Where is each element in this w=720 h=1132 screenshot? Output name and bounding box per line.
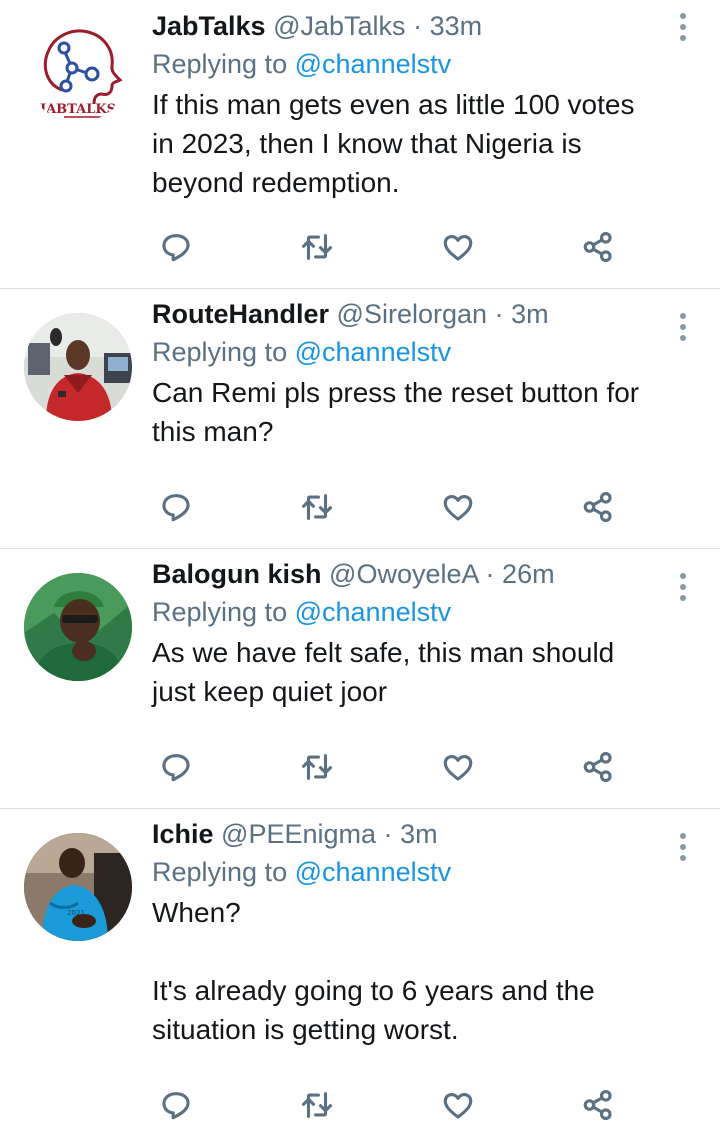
svg-text:JABTALKS: JABTALKS xyxy=(39,102,116,117)
tweet[interactable]: 2021 Ichie @PEEnigma · 3m Replying to @c… xyxy=(0,809,720,1132)
like-button[interactable] xyxy=(438,1085,478,1125)
share-button[interactable] xyxy=(578,487,618,527)
display-name[interactable]: JabTalks xyxy=(152,11,266,41)
tweet-content: Balogun kish @OwoyeleA · 26m Replying to… xyxy=(152,555,660,711)
retweet-icon xyxy=(301,1092,333,1118)
reply-icon xyxy=(162,234,190,262)
tweet-header: JabTalks @JabTalks · 33m xyxy=(152,7,660,45)
share-button[interactable] xyxy=(578,227,618,267)
tweet-header: RouteHandler @Sirelorgan · 3m xyxy=(152,295,660,333)
jabtalks-logo: JABTALKS xyxy=(39,29,123,118)
avatar-photo: 2021 xyxy=(24,833,132,941)
tweet[interactable]: RouteHandler @Sirelorgan · 3m Replying t… xyxy=(0,289,720,549)
like-icon xyxy=(443,494,473,521)
reply-icon xyxy=(162,1092,190,1120)
like-button[interactable] xyxy=(438,487,478,527)
tweet[interactable]: Balogun kish @OwoyeleA · 26m Replying to… xyxy=(0,549,720,809)
like-icon xyxy=(443,234,473,261)
tweet-actions xyxy=(152,227,622,267)
user-handle[interactable]: @JabTalks xyxy=(273,11,405,41)
share-icon xyxy=(583,751,612,783)
reply-button[interactable] xyxy=(156,487,196,527)
user-handle[interactable]: @PEEnigma xyxy=(221,819,376,849)
separator: · xyxy=(485,559,495,589)
retweet-icon xyxy=(301,494,333,520)
separator: · xyxy=(383,819,393,849)
replying-label: Replying to xyxy=(152,49,288,79)
retweet-button[interactable] xyxy=(297,227,337,267)
reply-button[interactable] xyxy=(156,747,196,787)
tweet-actions xyxy=(152,747,622,787)
share-icon xyxy=(583,231,612,263)
separator: · xyxy=(494,299,504,329)
share-button[interactable] xyxy=(578,1085,618,1125)
mention-link[interactable]: @channelstv xyxy=(295,597,452,627)
timestamp[interactable]: 3m xyxy=(511,299,549,329)
user-handle[interactable]: @Sirelorgan xyxy=(337,299,487,329)
reply-button[interactable] xyxy=(156,227,196,267)
retweet-icon xyxy=(301,754,333,780)
retweet-button[interactable] xyxy=(297,1085,337,1125)
timestamp[interactable]: 26m xyxy=(502,559,555,589)
share-button[interactable] xyxy=(578,747,618,787)
share-icon xyxy=(583,491,612,523)
display-name[interactable]: Balogun kish xyxy=(152,559,322,589)
tweet-paragraph: It's already going to 6 years and the si… xyxy=(152,975,595,1045)
replying-to: Replying to @channelstv xyxy=(152,333,660,371)
more-options-icon[interactable] xyxy=(678,833,688,861)
mention-link[interactable]: @channelstv xyxy=(295,337,452,367)
more-options-icon[interactable] xyxy=(678,573,688,601)
tweet-text: As we have felt safe, this man should ju… xyxy=(152,633,660,711)
separator: · xyxy=(413,11,423,41)
replying-label: Replying to xyxy=(152,597,288,627)
avatar[interactable] xyxy=(24,573,132,681)
mention-link[interactable]: @channelstv xyxy=(295,49,452,79)
retweet-button[interactable] xyxy=(297,487,337,527)
replying-label: Replying to xyxy=(152,337,288,367)
more-options-icon[interactable] xyxy=(678,13,688,41)
user-handle[interactable]: @OwoyeleA xyxy=(329,559,478,589)
display-name[interactable]: Ichie xyxy=(152,819,214,849)
retweet-icon xyxy=(301,234,333,260)
tweet-paragraph: Can Remi pls press the reset button for … xyxy=(152,377,640,447)
avatar-photo xyxy=(24,313,132,421)
retweet-button[interactable] xyxy=(297,747,337,787)
reply-icon xyxy=(162,494,190,522)
tweet-header: Ichie @PEEnigma · 3m xyxy=(152,815,660,853)
tweet-text: Can Remi pls press the reset button for … xyxy=(152,373,660,451)
tweet-content: Ichie @PEEnigma · 3m Replying to @channe… xyxy=(152,815,660,1049)
more-options-icon[interactable] xyxy=(678,313,688,341)
avatar[interactable] xyxy=(24,313,132,421)
tweet-text: If this man gets even as little 100 vote… xyxy=(152,85,660,202)
mention-link[interactable]: @channelstv xyxy=(295,857,452,887)
avatar[interactable]: JABTALKS xyxy=(24,14,132,122)
tweet-paragraph: As we have felt safe, this man should ju… xyxy=(152,637,615,707)
tweet-paragraph: If this man gets even as little 100 vote… xyxy=(152,89,635,198)
replying-to: Replying to @channelstv xyxy=(152,593,660,631)
share-icon xyxy=(583,1089,612,1121)
timestamp[interactable]: 33m xyxy=(430,11,483,41)
display-name[interactable]: RouteHandler xyxy=(152,299,329,329)
replying-to: Replying to @channelstv xyxy=(152,853,660,891)
timestamp[interactable]: 3m xyxy=(400,819,438,849)
tweet[interactable]: JABTALKS JabTalks @JabTalks · 33m Replyi… xyxy=(0,0,720,289)
replying-to: Replying to @channelstv xyxy=(152,45,660,83)
tweet-content: JabTalks @JabTalks · 33m Replying to @ch… xyxy=(152,7,660,202)
tweet-text: When? It's already going to 6 years and … xyxy=(152,893,660,1049)
like-icon xyxy=(443,754,473,781)
reply-icon xyxy=(162,754,190,782)
avatar-photo xyxy=(24,573,132,681)
replying-label: Replying to xyxy=(152,857,288,887)
tweet-paragraph: When? xyxy=(152,897,241,928)
like-icon xyxy=(443,1092,473,1119)
tweet-header: Balogun kish @OwoyeleA · 26m xyxy=(152,555,660,593)
like-button[interactable] xyxy=(438,227,478,267)
tweet-actions xyxy=(152,1085,622,1125)
tweet-content: RouteHandler @Sirelorgan · 3m Replying t… xyxy=(152,295,660,451)
avatar[interactable]: 2021 xyxy=(24,833,132,941)
tweet-actions xyxy=(152,487,622,527)
like-button[interactable] xyxy=(438,747,478,787)
reply-button[interactable] xyxy=(156,1085,196,1125)
